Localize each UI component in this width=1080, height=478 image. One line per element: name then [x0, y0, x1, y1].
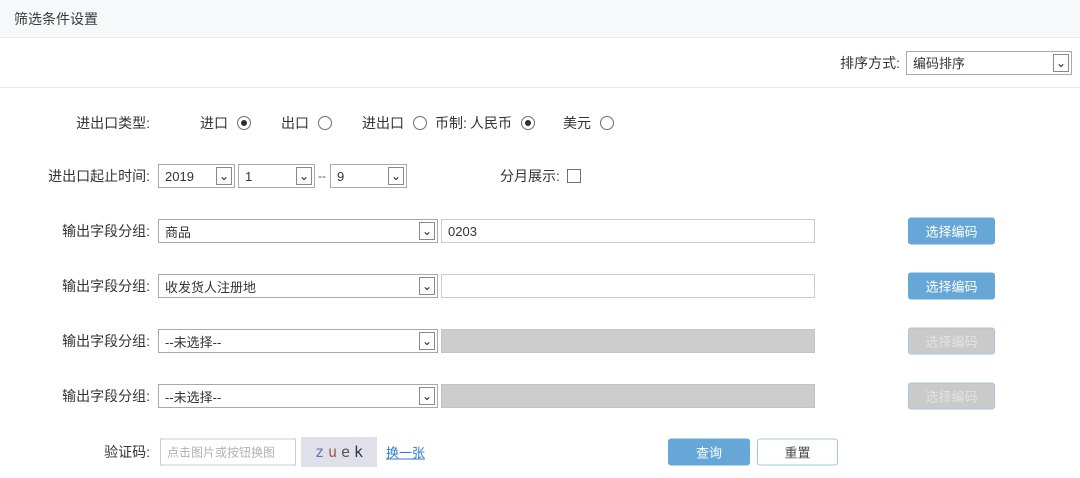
captcha-letter: z — [314, 443, 328, 461]
currency-label: 币制: — [435, 115, 467, 131]
field-group-label: 输出字段分组: — [62, 388, 150, 404]
field-group-select-4[interactable]: --未选择-- ⌄ — [158, 384, 438, 408]
radio-option-export[interactable]: 出口 — [281, 113, 332, 133]
currency-radio-group: 人民币 美元 — [470, 113, 614, 133]
field-group-select-1[interactable]: 商品 ⌄ — [158, 219, 438, 243]
chevron-down-icon: ⌄ — [419, 277, 435, 295]
radio-icon[interactable] — [413, 116, 427, 130]
chevron-down-icon: ⌄ — [419, 332, 435, 350]
radio-icon[interactable] — [318, 116, 332, 130]
field-group-input-4 — [441, 384, 815, 408]
radio-option-import[interactable]: 进口 — [200, 113, 251, 133]
filter-settings-page: 筛选条件设置 排序方式: 编码排序 ⌄ 进出口类型: 进口 出口 进出口 币制: — [0, 0, 1080, 478]
sort-row: 排序方式: 编码排序 ⌄ — [0, 38, 1080, 88]
radio-icon[interactable] — [600, 116, 614, 130]
field-group-row: 输出字段分组: --未选择-- ⌄ 选择编码 — [0, 378, 1080, 414]
select-code-button-2[interactable]: 选择编码 — [908, 272, 995, 300]
field-group-select-3[interactable]: --未选择-- ⌄ — [158, 329, 438, 353]
field-group-select-2[interactable]: 收发货人注册地 ⌄ — [158, 274, 438, 298]
field-group-input-2[interactable] — [441, 274, 815, 298]
query-button[interactable]: 查询 — [668, 438, 750, 466]
monthly-display-label: 分月展示: — [500, 168, 560, 184]
field-group-input-1[interactable] — [441, 219, 815, 243]
captcha-letter: u — [327, 443, 341, 461]
radio-option-import-export[interactable]: 进出口 — [362, 113, 427, 133]
captcha-letter: e — [341, 443, 355, 461]
trade-type-row: 进出口类型: 进口 出口 进出口 币制: 人民币 美元 — [0, 103, 1080, 143]
sort-label: 排序方式: — [840, 54, 900, 71]
time-range-separator: -- — [318, 169, 326, 183]
captcha-image[interactable]: zuek — [301, 437, 377, 467]
field-group-label: 输出字段分组: — [62, 278, 150, 294]
field-group-label: 输出字段分组: — [62, 333, 150, 349]
field-group-input-3 — [441, 329, 815, 353]
field-group-row: 输出字段分组: 收发货人注册地 ⌄ 选择编码 — [0, 268, 1080, 304]
refresh-captcha-link[interactable]: 换一张 — [386, 443, 425, 462]
end-month-select[interactable]: 9 ⌄ — [330, 164, 407, 188]
page-title: 筛选条件设置 — [14, 10, 98, 27]
chevron-down-icon: ⌄ — [296, 167, 312, 185]
trade-type-label: 进出口类型: — [76, 115, 150, 131]
radio-option-rmb[interactable]: 人民币 — [470, 113, 535, 133]
time-range-label: 进出口起止时间: — [48, 168, 150, 184]
chevron-down-icon: ⌄ — [388, 167, 404, 185]
chevron-down-icon: ⌄ — [419, 387, 435, 405]
radio-icon[interactable] — [237, 116, 251, 130]
sort-select[interactable]: 编码排序 ⌄ — [906, 50, 1072, 75]
chevron-down-icon: ⌄ — [216, 167, 232, 185]
monthly-display-checkbox[interactable] — [567, 169, 581, 183]
captcha-input[interactable] — [160, 438, 296, 466]
chevron-down-icon: ⌄ — [419, 222, 435, 240]
start-month-select[interactable]: 1 ⌄ — [238, 164, 315, 188]
chevron-down-icon: ⌄ — [1053, 53, 1069, 72]
reset-button[interactable]: 重置 — [757, 438, 838, 466]
year-select[interactable]: 2019 ⌄ — [158, 164, 235, 188]
field-group-row: 输出字段分组: --未选择-- ⌄ 选择编码 — [0, 323, 1080, 359]
captcha-label: 验证码: — [104, 444, 150, 460]
radio-option-usd[interactable]: 美元 — [563, 113, 614, 133]
captcha-row: 验证码: zuek 换一张 查询 重置 — [0, 434, 1080, 470]
time-range-row: 进出口起止时间: 2019 ⌄ 1 ⌄ -- 9 ⌄ 分月展示: — [0, 158, 1080, 194]
field-group-label: 输出字段分组: — [62, 223, 150, 239]
radio-icon[interactable] — [521, 116, 535, 130]
page-header: 筛选条件设置 — [0, 0, 1080, 38]
field-group-row: 输出字段分组: 商品 ⌄ 选择编码 — [0, 213, 1080, 249]
select-code-button-1[interactable]: 选择编码 — [908, 217, 995, 245]
select-code-button-3: 选择编码 — [908, 327, 995, 355]
select-code-button-4: 选择编码 — [908, 382, 995, 410]
captcha-letter: k — [354, 443, 368, 461]
trade-type-radio-group: 进口 出口 进出口 — [200, 113, 427, 133]
